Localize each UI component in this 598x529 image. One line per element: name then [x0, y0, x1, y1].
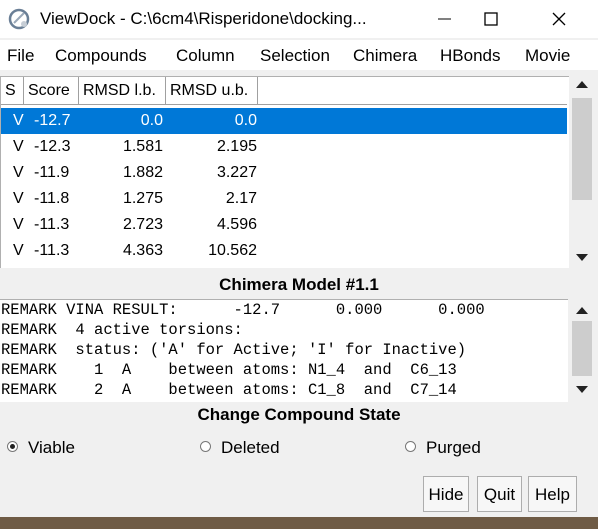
menu-column[interactable]: Column [176, 46, 235, 66]
table-row[interactable]: V -11.8 1.275 2.17 [1, 186, 567, 212]
menu-selection[interactable]: Selection [260, 46, 330, 66]
minimize-button[interactable] [422, 0, 468, 38]
title-bar: ViewDock - C:\6cm4\Risperidone\docking..… [0, 0, 598, 38]
remark-line: REMARK 4 active torsions: [1, 321, 243, 339]
radio-label: Viable [28, 438, 75, 457]
rmsd-lb-cell: 1.882 [122, 164, 163, 181]
rmsd-ub-cell: 0.0 [234, 112, 257, 129]
rmsd-ub-cell: 3.227 [216, 164, 257, 181]
rmsd-lb-cell: 1.275 [122, 190, 163, 207]
remark-line: REMARK 1 A between atoms: N1_4 and C6_13 [1, 361, 457, 379]
radio-label: Deleted [221, 438, 280, 457]
model-title: Chimera Model #1.1 [219, 275, 379, 294]
scroll-up-icon[interactable] [570, 76, 594, 94]
radio-viable[interactable]: Viable [7, 438, 75, 458]
rmsd-ub-cell: 2.17 [225, 190, 257, 207]
state-title: Change Compound State [197, 405, 401, 424]
scroll-down-icon[interactable] [570, 248, 594, 266]
rmsd-lb-cell: 1.581 [122, 138, 163, 155]
column-header-rmsd-ub[interactable]: RMSD u.b. [166, 77, 258, 105]
table-row[interactable]: V -12.3 1.581 2.195 [1, 134, 567, 160]
app-icon [8, 8, 30, 30]
score-cell: -12.3 [34, 138, 71, 155]
menu-file[interactable]: File [7, 46, 34, 66]
status-cell: V [13, 216, 24, 233]
rmsd-lb-cell: 0.0 [140, 112, 163, 129]
table-row[interactable]: V -11.3 4.363 10.562 [1, 238, 567, 264]
table-scrollbar[interactable] [570, 72, 594, 268]
scroll-thumb[interactable] [572, 321, 592, 376]
score-cell: -11.3 [34, 242, 70, 259]
scroll-up-icon[interactable] [570, 302, 594, 320]
column-header-s[interactable]: S [1, 77, 24, 105]
background-window-strip [0, 517, 598, 529]
column-header-filler [258, 77, 567, 105]
close-button[interactable] [536, 0, 582, 38]
remarks-scrollbar[interactable] [570, 299, 594, 401]
close-icon [552, 12, 566, 26]
column-header-score[interactable]: Score [24, 77, 79, 105]
table-row[interactable]: V -11.9 1.882 3.227 [1, 160, 567, 186]
radio-deleted[interactable]: Deleted [200, 438, 280, 458]
score-cell: -11.8 [34, 190, 70, 207]
menu-compounds[interactable]: Compounds [55, 46, 147, 66]
menu-bar: File Compounds Column Selection Chimera … [0, 40, 598, 70]
table-row[interactable]: V -12.7 0.0 0.0 [1, 108, 567, 134]
column-header-rmsd-lb[interactable]: RMSD l.b. [79, 77, 166, 105]
help-button[interactable]: Help [528, 476, 577, 512]
score-cell: -11.3 [34, 216, 70, 233]
status-cell: V [13, 112, 24, 129]
minimize-icon [438, 18, 451, 20]
rmsd-lb-cell: 4.363 [122, 242, 163, 259]
rmsd-ub-cell: 2.195 [216, 138, 257, 155]
remark-line: REMARK status: ('A' for Active; 'I' for … [1, 341, 467, 359]
menu-movie[interactable]: Movie [525, 46, 570, 66]
score-cell: -12.7 [34, 112, 71, 129]
hide-button[interactable]: Hide [423, 476, 469, 512]
table-row[interactable]: V -11.3 2.723 4.596 [1, 212, 567, 238]
rmsd-ub-cell: 4.596 [216, 216, 257, 233]
scroll-thumb[interactable] [572, 98, 592, 200]
menu-chimera[interactable]: Chimera [353, 46, 417, 66]
compound-table: S Score RMSD l.b. RMSD u.b. V -12.7 0.0 … [0, 76, 569, 268]
rmsd-lb-cell: 2.723 [122, 216, 163, 233]
radio-purged[interactable]: Purged [405, 438, 481, 458]
remarks-text: REMARK VINA RESULT: -12.7 0.000 0.000 RE… [0, 299, 568, 402]
radio-label: Purged [426, 438, 481, 457]
menu-hbonds[interactable]: HBonds [440, 46, 500, 66]
remark-line: REMARK VINA RESULT: -12.7 0.000 0.000 [1, 301, 485, 319]
score-cell: -11.9 [34, 164, 70, 181]
status-cell: V [13, 242, 24, 259]
radio-unselected-icon[interactable] [405, 441, 416, 453]
quit-button[interactable]: Quit [477, 476, 522, 512]
status-cell: V [13, 190, 24, 207]
maximize-icon [484, 12, 498, 26]
maximize-button[interactable] [468, 0, 514, 38]
window-title: ViewDock - C:\6cm4\Risperidone\docking..… [40, 9, 367, 28]
rmsd-ub-cell: 10.562 [208, 242, 257, 259]
radio-selected-icon[interactable] [7, 441, 18, 453]
status-cell: V [13, 164, 24, 181]
status-cell: V [13, 138, 24, 155]
scroll-down-icon[interactable] [570, 380, 594, 398]
remark-line: REMARK 2 A between atoms: C1_8 and C7_14 [1, 381, 457, 399]
radio-unselected-icon[interactable] [200, 441, 211, 453]
